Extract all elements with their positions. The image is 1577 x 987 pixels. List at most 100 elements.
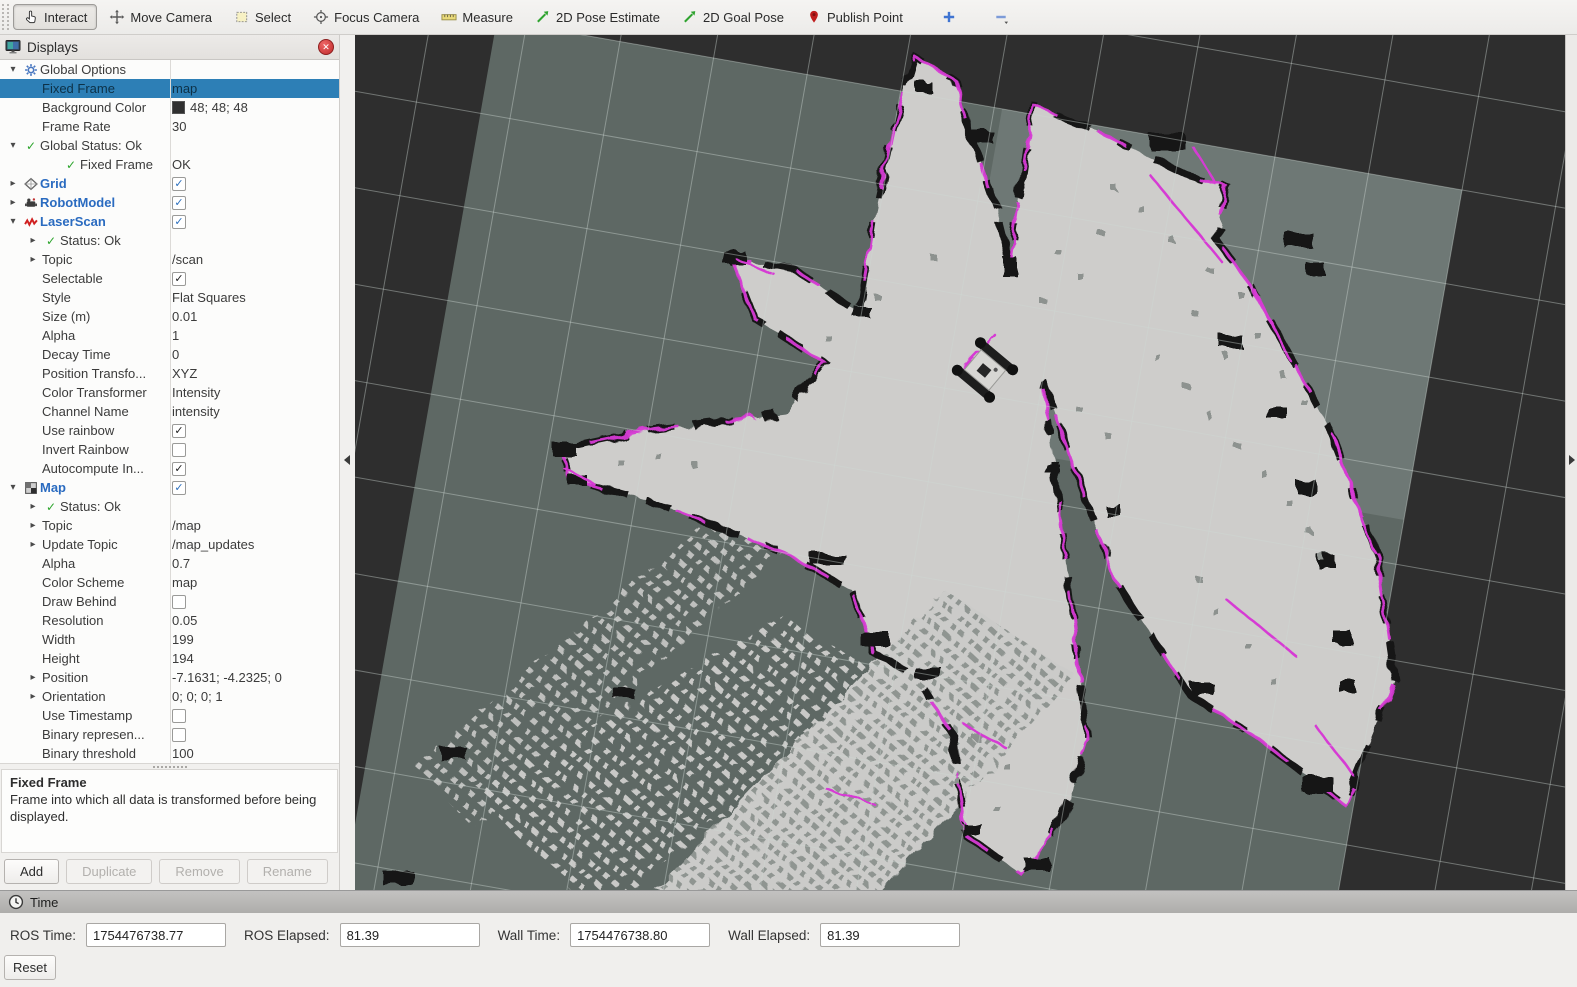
expander-open-icon[interactable]: ▾	[4, 216, 22, 227]
property-value[interactable]: 0.01	[172, 309, 197, 324]
property-value[interactable]: 199	[172, 632, 194, 647]
property-value[interactable]: ✓	[172, 196, 186, 210]
checkbox-checked[interactable]: ✓	[172, 481, 186, 495]
checkbox-unchecked[interactable]	[172, 595, 186, 609]
reset-button[interactable]: Reset	[4, 955, 56, 980]
property-value[interactable]: 1	[172, 328, 179, 343]
tree-row-label-zone: Style	[0, 290, 170, 305]
expander-open-icon[interactable]: ▾	[4, 482, 22, 493]
property-value[interactable]: Intensity	[172, 385, 220, 400]
tool-focus-camera[interactable]: Focus Camera	[303, 4, 429, 30]
tool-add-tool[interactable]	[933, 4, 965, 30]
panel-resize-handle[interactable]	[340, 35, 355, 890]
toolbar: InteractMove CameraSelectFocus CameraMea…	[0, 0, 1577, 35]
expander-closed-icon[interactable]: ▸	[24, 520, 42, 531]
expand-right-arrow-icon[interactable]	[1569, 455, 1575, 465]
tree-row-label-zone: Alpha	[0, 328, 170, 343]
expander-closed-icon[interactable]: ▸	[24, 254, 42, 265]
3d-viewport[interactable]	[355, 35, 1565, 890]
property-name: Use Timestamp	[42, 708, 132, 723]
rename-button[interactable]: Rename	[247, 859, 328, 884]
checkbox-unchecked[interactable]	[172, 443, 186, 457]
wall-elapsed-input[interactable]	[820, 923, 960, 947]
property-value[interactable]	[172, 595, 186, 609]
tool-interact[interactable]: Interact	[13, 4, 97, 30]
close-displays-button[interactable]: ✕	[318, 39, 334, 55]
ros-time-input[interactable]	[86, 923, 226, 947]
property-value[interactable]: map	[172, 575, 197, 590]
property-value[interactable]: OK	[172, 157, 191, 172]
collapse-left-arrow-icon[interactable]	[344, 455, 350, 465]
tree-column-separator[interactable]	[170, 60, 171, 763]
property-value[interactable]: ✓	[172, 215, 186, 229]
remove-button[interactable]: Remove	[159, 859, 239, 884]
property-value[interactable]: ✓	[172, 462, 186, 476]
status-ok-check-icon: ✓	[66, 158, 76, 172]
tool-select[interactable]: Select	[224, 4, 301, 30]
toolbar-grip[interactable]	[2, 4, 9, 30]
property-value[interactable]	[172, 728, 186, 742]
property-value[interactable]: XYZ	[172, 366, 197, 381]
property-name: Grid	[40, 176, 67, 191]
expander-closed-icon[interactable]: ▸	[24, 672, 42, 683]
property-value[interactable]: 30	[172, 119, 186, 134]
checkbox-unchecked[interactable]	[172, 709, 186, 723]
expander-closed-icon[interactable]: ▸	[4, 197, 22, 208]
property-value[interactable]: 194	[172, 651, 194, 666]
expander-open-icon[interactable]: ▾	[4, 140, 22, 151]
expander-closed-icon[interactable]: ▸	[24, 539, 42, 550]
property-value[interactable]: map	[172, 81, 197, 96]
checkbox-checked[interactable]: ✓	[172, 424, 186, 438]
property-value[interactable]: 100	[172, 746, 194, 761]
right-dock-strip[interactable]	[1565, 35, 1577, 890]
property-value[interactable]	[172, 709, 186, 723]
tool-remove-tool[interactable]	[985, 4, 1017, 30]
checkbox-checked[interactable]: ✓	[172, 196, 186, 210]
tool-2d-goal-pose[interactable]: 2D Goal Pose	[672, 4, 794, 30]
property-value[interactable]: 0	[172, 347, 179, 362]
checkbox-checked[interactable]: ✓	[172, 215, 186, 229]
tree-row-label-zone: ▸Position	[0, 670, 170, 685]
property-value[interactable]: 0.7	[172, 556, 190, 571]
status-ok-check-icon: ✓	[26, 139, 36, 153]
tool-2d-pose-estimate[interactable]: 2D Pose Estimate	[525, 4, 670, 30]
expander-closed-icon[interactable]: ▸	[24, 691, 42, 702]
expander-closed-icon[interactable]: ▸	[24, 501, 42, 512]
property-name: Frame Rate	[42, 119, 111, 134]
expander-open-icon[interactable]: ▾	[4, 64, 22, 75]
add-tool-icon	[941, 9, 957, 25]
property-value[interactable]: /map	[172, 518, 201, 533]
property-value[interactable]: ✓	[172, 177, 186, 191]
add-button[interactable]: Add	[4, 859, 59, 884]
duplicate-button[interactable]: Duplicate	[66, 859, 152, 884]
property-value[interactable]: intensity	[172, 404, 220, 419]
property-value[interactable]: ✓	[172, 481, 186, 495]
property-value[interactable]: 0.05	[172, 613, 197, 628]
property-value[interactable]: -7.1631; -4.2325; 0	[172, 670, 282, 685]
expander-closed-icon[interactable]: ▸	[4, 178, 22, 189]
clock-icon	[8, 894, 24, 910]
ros-elapsed-input[interactable]	[340, 923, 480, 947]
move-camera-icon	[109, 9, 125, 25]
wall-time-input[interactable]	[570, 923, 710, 947]
tool-publish-point[interactable]: Publish Point	[796, 4, 913, 30]
property-name: Position	[42, 670, 88, 685]
checkbox-checked[interactable]: ✓	[172, 177, 186, 191]
checkbox-checked[interactable]: ✓	[172, 272, 186, 286]
property-value[interactable]: 0; 0; 0; 1	[172, 689, 223, 704]
tool-measure[interactable]: Measure	[431, 4, 523, 30]
tool-move-camera[interactable]: Move Camera	[99, 4, 222, 30]
property-value[interactable]: Flat Squares	[172, 290, 246, 305]
expander-closed-icon[interactable]: ▸	[24, 235, 42, 246]
property-value[interactable]	[172, 443, 186, 457]
property-name: Background Color	[42, 100, 146, 115]
property-value[interactable]: ✓	[172, 272, 186, 286]
property-value[interactable]: /scan	[172, 252, 203, 267]
property-value[interactable]: ✓	[172, 424, 186, 438]
property-value[interactable]: /map_updates	[172, 537, 254, 552]
property-value[interactable]: 48; 48; 48	[172, 100, 248, 115]
property-name: Global Options	[40, 62, 126, 77]
tree-row-label-zone: Fixed Frame	[0, 81, 170, 96]
checkbox-checked[interactable]: ✓	[172, 462, 186, 476]
checkbox-unchecked[interactable]	[172, 728, 186, 742]
